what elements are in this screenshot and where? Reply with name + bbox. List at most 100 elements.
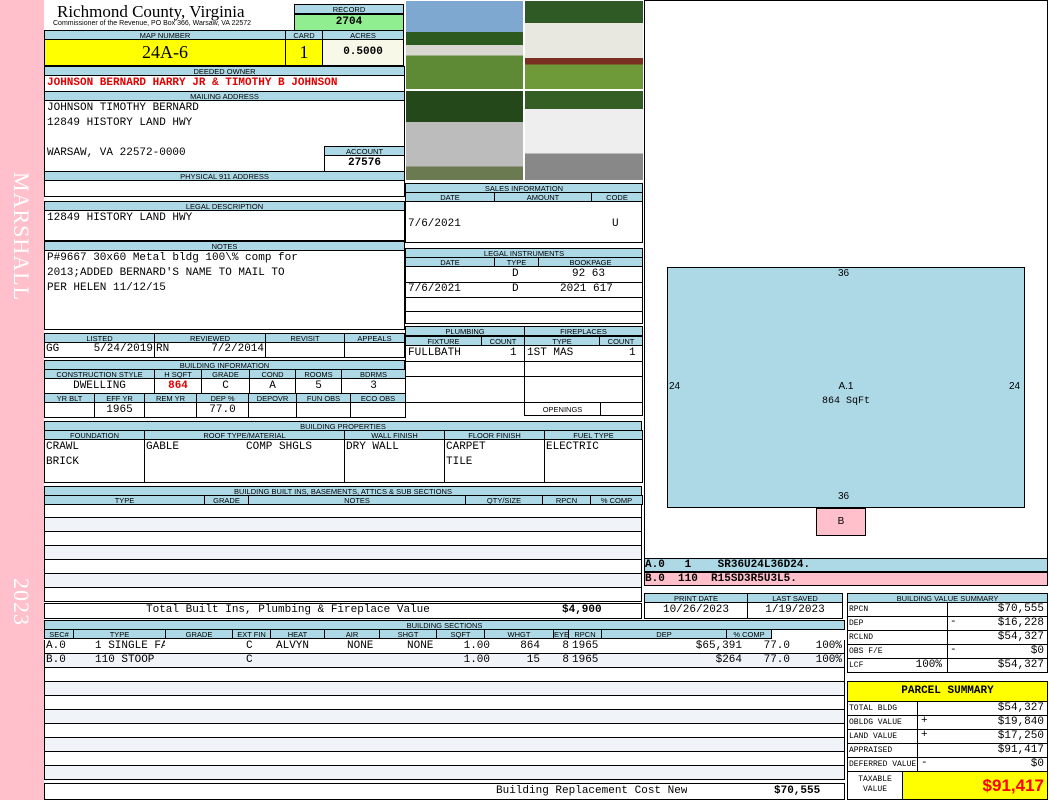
page-subtitle: Commissioner of the Revenue, PO Box 366,… — [53, 20, 252, 27]
section-cell: 77.0 — [763, 640, 790, 652]
legal-description: 12849 HISTORY LAND HWY — [44, 210, 405, 241]
fireplace-count: 1 — [629, 347, 636, 359]
property-photo-4[interactable] — [524, 90, 644, 181]
section-cell: 77.0 — [763, 654, 790, 666]
instr-type-1: D — [512, 268, 519, 280]
section-cell: A.0 — [46, 640, 66, 652]
listed-date: 5/24/2019 — [93, 343, 153, 355]
sketch-area-label: A.1 — [838, 381, 854, 392]
sketch-dim-top: 36 — [838, 268, 850, 279]
property-photo-3[interactable] — [405, 90, 524, 181]
parcel-summary-row-label: OBLDG VALUE — [847, 715, 918, 730]
table-row — [44, 766, 845, 780]
segment-code: 1 — [684, 559, 692, 571]
section-cell: 8 — [562, 654, 569, 666]
section-cell: 1965 — [572, 654, 599, 666]
reviewed-by: RN — [156, 343, 170, 355]
section-cell: 864 — [520, 640, 540, 652]
instr-book-1: 92 63 — [572, 268, 606, 280]
building-info-value — [248, 402, 297, 418]
builtins-row-empty — [44, 532, 642, 546]
floor-finish-2: TILE — [446, 456, 473, 468]
section-cell: 1.00 — [463, 654, 490, 666]
parcel-summary-row-label: LAND VALUE — [847, 729, 918, 744]
section-cell: B.0 — [46, 654, 66, 666]
replacement-row — [44, 783, 845, 800]
value-summary-sign: - — [950, 616, 957, 628]
property-photo-1[interactable] — [405, 0, 524, 90]
building-info-value: C — [201, 378, 250, 394]
openings-value — [600, 402, 643, 416]
building-info-value: A — [249, 378, 296, 394]
sections-header: RPCN — [568, 629, 602, 639]
parcel-summary-row-label: APPRAISED VALUE — [847, 743, 918, 768]
value-summary-row-label: OBS F/E — [847, 644, 948, 659]
deeded-owner: JOHNSON BERNARD HARRY JR & TIMOTHY B JOH… — [44, 75, 405, 92]
sections-header: GRADE — [165, 629, 233, 639]
building-info-value — [44, 402, 95, 418]
foundation-1: CRAWL — [46, 441, 80, 453]
parcel-summary-row-value: $54,327 — [917, 701, 1048, 716]
sketch-dim-right: 24 — [1009, 381, 1021, 392]
value-summary-row-value: $0 — [947, 644, 1048, 659]
notes-line-2: 2013;ADDED BERNARD'S NAME TO MAIL TO — [47, 267, 285, 279]
parcel-summary-label: PARCEL SUMMARY — [847, 681, 1048, 702]
sketch-segment-b: B.0 110 R15SD3R5U3L5. — [644, 572, 1048, 586]
taxable-label-1: TAXABLE — [858, 775, 892, 784]
section-cell: 8 — [562, 640, 569, 652]
builtins-row-empty — [44, 588, 642, 602]
acres-value: 0.5000 — [322, 39, 404, 66]
sections-header: TYPE — [73, 629, 166, 639]
building-info-value: 77.0 — [196, 402, 249, 418]
revisit-cell — [265, 342, 345, 358]
section-cell: $264 — [715, 654, 742, 666]
plumbing-count: 1 — [510, 347, 517, 359]
physical-address — [44, 180, 405, 197]
replacement-value: $70,555 — [774, 785, 821, 797]
record-value: 2704 — [294, 14, 404, 31]
building-info-value — [350, 402, 406, 418]
sections-header: WHGT — [484, 629, 554, 639]
appeals-cell — [344, 342, 405, 358]
sketch-dim-bottom: 36 — [838, 491, 850, 502]
sections-header: AIR — [324, 629, 380, 639]
mailing-line-3: WARSAW, VA 22572-0000 — [47, 147, 186, 159]
wall-finish: DRY WALL — [346, 441, 399, 453]
notes-line-3: PER HELEN 11/12/15 — [47, 282, 166, 294]
section-cell: $65,391 — [695, 640, 742, 652]
taxable-label-2: VALUE — [862, 785, 887, 794]
builtins-row-empty — [44, 504, 642, 518]
parcel-summary-row-value: $19,840 — [917, 715, 1048, 730]
property-photo-2[interactable] — [524, 0, 644, 90]
value-summary-row-value: $70,555 — [947, 602, 1048, 617]
segment-sec: B.0 — [645, 573, 665, 585]
building-info-value: DWELLING — [44, 378, 155, 394]
segment-vectors: SR36U24L36D24. — [717, 559, 811, 571]
table-row — [44, 724, 845, 738]
map-number: 24A-6 — [44, 39, 286, 66]
table-row — [44, 696, 845, 710]
parcel-summary-row-label: TOTAL BLDG VALUE — [847, 701, 918, 726]
section-cell: 15 — [526, 654, 540, 666]
reviewed-date: 7/2/2014 — [211, 343, 264, 355]
section-cell: 110 STOOP — [95, 654, 155, 666]
building-info-value: 5 — [295, 378, 342, 394]
floor-finish-1: CARPET — [446, 441, 486, 453]
instr-type-2: D — [512, 283, 519, 295]
value-summary-row-label: RPCN — [847, 602, 948, 617]
section-cell: NONE — [347, 640, 374, 652]
section-cell: C — [246, 640, 253, 652]
parcel-summary-row-value: $0 — [917, 757, 1048, 772]
sales-date: 7/6/2021 — [408, 218, 461, 230]
roof-material: COMP SHGLS — [246, 441, 313, 453]
building-info-value: 1965 — [94, 402, 145, 418]
table-row — [44, 668, 845, 682]
table-row — [44, 738, 845, 752]
print-date: 10/26/2023 — [644, 602, 748, 619]
roof-type: GABLE — [146, 441, 180, 453]
builtins-row-empty — [44, 546, 642, 560]
value-summary-row-value: $54,327 — [947, 630, 1048, 645]
fuel-type: ELECTRIC — [546, 441, 599, 453]
sketch-area-b[interactable]: B — [816, 508, 866, 536]
section-cell: C — [246, 654, 253, 666]
